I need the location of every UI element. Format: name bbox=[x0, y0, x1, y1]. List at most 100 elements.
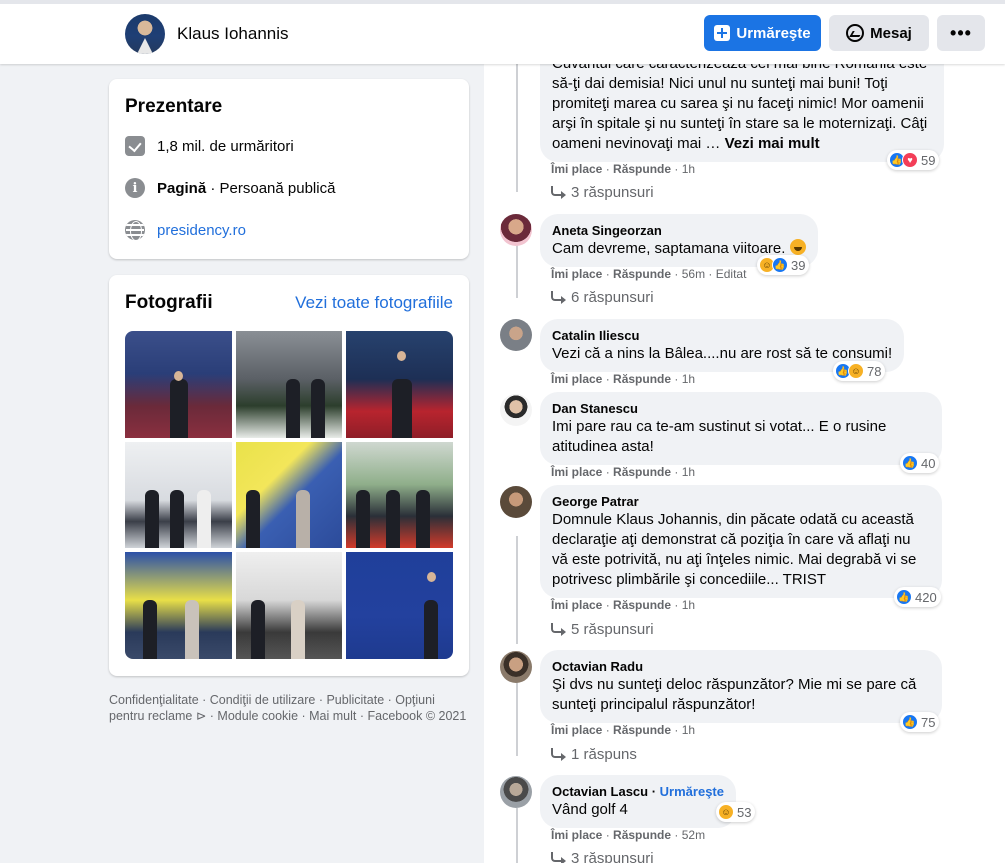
footer-links[interactable]: Confidenţialitate · Condiţii de utilizar… bbox=[109, 692, 469, 724]
photo-grid bbox=[125, 331, 453, 659]
like-link[interactable]: Îmi place bbox=[551, 465, 602, 479]
page-type-rest: · Persoană publică bbox=[206, 179, 336, 197]
followers-icon bbox=[125, 136, 145, 156]
comment-meta: Îmi place · Răspunde · 1h bbox=[551, 372, 696, 386]
comment-time[interactable]: 52m bbox=[682, 828, 705, 842]
photo-thumbnail[interactable] bbox=[125, 552, 232, 659]
photo-figure bbox=[295, 489, 310, 549]
like-link[interactable]: Îmi place bbox=[551, 372, 602, 386]
like-link[interactable]: Îmi place bbox=[551, 162, 602, 176]
comment-time[interactable]: 1h bbox=[682, 162, 695, 176]
photo-figure bbox=[145, 489, 159, 549]
reaction-badge[interactable]: 👍 ♥ 59 bbox=[887, 150, 940, 170]
comment-meta: Îmi place · Răspunde · 52m bbox=[551, 828, 706, 842]
view-replies[interactable]: 6 răspunsuri bbox=[551, 289, 654, 306]
website-link[interactable]: presidency.ro bbox=[157, 222, 246, 239]
photo-face bbox=[174, 371, 183, 381]
page-header: Klaus Iohannis Urmăreşte Mesaj ••• bbox=[0, 0, 1005, 64]
photo-figure bbox=[197, 489, 211, 549]
more-options-button[interactable]: ••• bbox=[937, 15, 985, 51]
reply-link[interactable]: Răspunde bbox=[613, 723, 671, 737]
view-replies[interactable]: 3 răspunsuri bbox=[551, 184, 654, 201]
like-link[interactable]: Îmi place bbox=[551, 267, 602, 281]
reply-arrow-icon bbox=[551, 185, 566, 199]
like-link[interactable]: Îmi place bbox=[551, 723, 602, 737]
replies-count: 3 răspunsuri bbox=[571, 184, 654, 201]
comment-author[interactable]: Dan Stanescu bbox=[552, 400, 930, 417]
reply-link[interactable]: Răspunde bbox=[613, 598, 671, 612]
view-replies[interactable]: 3 răspunsuri bbox=[551, 850, 654, 863]
reply-link[interactable]: Răspunde bbox=[613, 465, 671, 479]
comment-author[interactable]: Catalin Iliescu bbox=[552, 327, 892, 344]
comment-meta: Îmi place · Răspunde · 1h bbox=[551, 598, 696, 612]
globe-icon bbox=[125, 220, 145, 240]
reaction-badge[interactable]: 👍 ☺ 78 bbox=[833, 361, 886, 381]
messenger-icon bbox=[846, 24, 865, 42]
reply-link[interactable]: Răspunde bbox=[613, 267, 671, 281]
comment-time[interactable]: 1h bbox=[682, 598, 695, 612]
like-reaction-icon: 👍 bbox=[902, 714, 918, 730]
reply-link[interactable]: Răspunde bbox=[613, 162, 671, 176]
comment-author[interactable]: George Patrar bbox=[552, 493, 930, 510]
page-avatar[interactable] bbox=[125, 14, 165, 54]
reply-arrow-icon bbox=[551, 290, 566, 304]
photo-thumbnail[interactable] bbox=[346, 331, 453, 438]
view-replies[interactable]: 5 răspunsuri bbox=[551, 621, 654, 638]
reply-arrow-icon bbox=[551, 747, 566, 761]
reaction-badge[interactable]: 👍 420 bbox=[894, 587, 941, 607]
reply-arrow-icon bbox=[551, 851, 566, 863]
comment-author[interactable]: Aneta Singeorzan bbox=[552, 222, 806, 239]
view-replies[interactable]: 1 răspuns bbox=[551, 746, 637, 763]
comment-author-line: Octavian Lascu · Urmăreşte bbox=[552, 784, 724, 799]
follow-button[interactable]: Urmăreşte bbox=[704, 15, 821, 51]
reaction-badge[interactable]: ☺ 👍 39 bbox=[757, 255, 810, 275]
photo-thumbnail[interactable] bbox=[125, 441, 232, 549]
comment-text: Vând golf 4 bbox=[552, 801, 628, 818]
avatar[interactable] bbox=[500, 394, 532, 426]
reply-link[interactable]: Răspunde bbox=[613, 828, 671, 842]
comment-author[interactable]: Octavian Lascu bbox=[552, 784, 648, 799]
photo-thumbnail[interactable] bbox=[346, 552, 453, 659]
photo-figure bbox=[245, 489, 260, 549]
avatar[interactable] bbox=[500, 319, 532, 351]
photo-figure bbox=[424, 600, 439, 659]
comment-time[interactable]: 1h bbox=[682, 723, 695, 737]
page-name[interactable]: Klaus Iohannis bbox=[177, 24, 289, 44]
see-more-link[interactable]: Vezi mai mult bbox=[725, 135, 820, 152]
avatar[interactable] bbox=[500, 214, 532, 246]
see-all-photos-link[interactable]: Vezi toate fotografiile bbox=[295, 293, 453, 313]
avatar[interactable] bbox=[500, 486, 532, 518]
comment-text: Imi pare rau ca te-am sustinut si votat.… bbox=[552, 418, 887, 455]
photo-figure bbox=[356, 489, 371, 549]
edited-label[interactable]: Editat bbox=[716, 267, 747, 281]
avatar[interactable] bbox=[500, 776, 532, 808]
comment-time[interactable]: 1h bbox=[682, 465, 695, 479]
photo-thumbnail[interactable] bbox=[235, 441, 343, 549]
like-link[interactable]: Îmi place bbox=[551, 598, 602, 612]
photo-figure bbox=[392, 379, 413, 438]
laughing-emoji-icon bbox=[789, 239, 806, 255]
follow-author-link[interactable]: Urmăreşte bbox=[660, 784, 724, 799]
follow-label: Urmăreşte bbox=[736, 24, 811, 42]
reaction-badge[interactable]: ☺ 53 bbox=[716, 802, 756, 822]
comment-author[interactable]: Octavian Radu bbox=[552, 658, 930, 675]
message-button[interactable]: Mesaj bbox=[829, 15, 929, 51]
comment-time[interactable]: 56m bbox=[682, 267, 705, 281]
photo-thumbnail[interactable] bbox=[235, 331, 343, 438]
comment-time[interactable]: 1h bbox=[682, 372, 695, 386]
comment-bubble: Octavian Radu Şi dvs nu sunteţi deloc ră… bbox=[540, 650, 942, 723]
like-reaction-icon: 👍 bbox=[772, 257, 788, 273]
avatar[interactable] bbox=[500, 651, 532, 683]
photo-thumbnail[interactable] bbox=[235, 552, 343, 659]
reaction-badge[interactable]: 👍 40 bbox=[900, 453, 940, 473]
reaction-badge[interactable]: 👍 75 bbox=[900, 712, 940, 732]
photo-thumbnail[interactable] bbox=[125, 331, 232, 438]
haha-reaction-icon: ☺ bbox=[718, 804, 734, 820]
replies-count: 1 răspuns bbox=[571, 746, 637, 763]
reply-link[interactable]: Răspunde bbox=[613, 372, 671, 386]
like-link[interactable]: Îmi place bbox=[551, 828, 602, 842]
photo-thumbnail[interactable] bbox=[346, 441, 453, 549]
photo-figure bbox=[170, 489, 184, 549]
comment-text: Domnule Klaus Johannis, din păcate odată… bbox=[552, 511, 917, 588]
photo-figure bbox=[290, 600, 305, 659]
